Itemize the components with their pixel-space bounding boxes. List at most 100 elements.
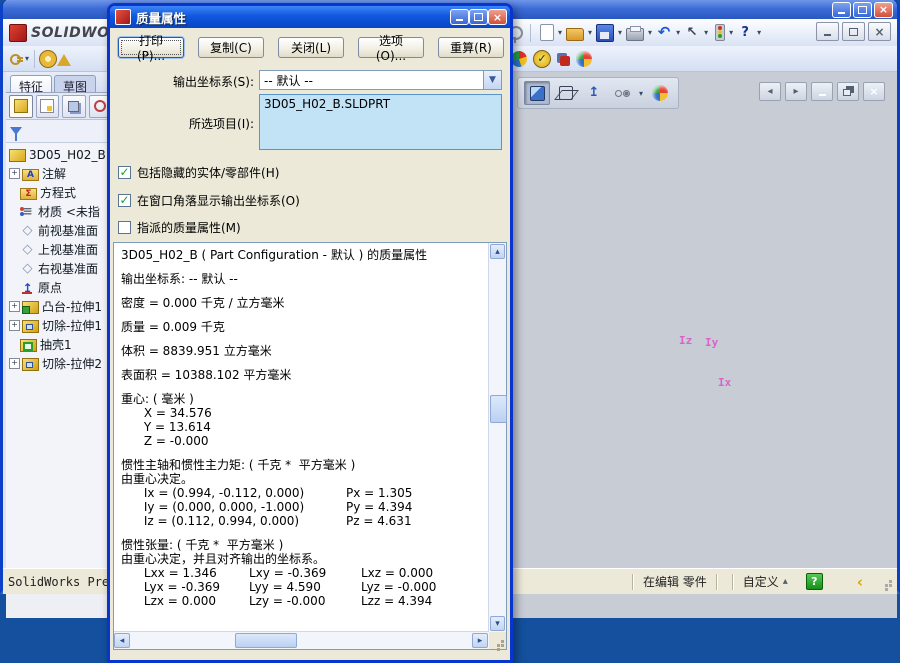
glasses-button[interactable] bbox=[610, 82, 634, 104]
undo-icon[interactable] bbox=[656, 25, 672, 41]
app-close-button[interactable]: × bbox=[874, 2, 893, 18]
checkbox-row-2[interactable]: 指派的质量属性(M) bbox=[118, 219, 241, 236]
chevron-down-icon[interactable]: ▼ bbox=[483, 71, 501, 89]
doc-close-button[interactable]: × bbox=[868, 22, 891, 41]
selected-items-listbox[interactable]: 3D05_H02_B.SLDPRT bbox=[259, 94, 502, 150]
tree-item-4[interactable]: 前视基准面 bbox=[6, 221, 112, 240]
vp-restore-button[interactable] bbox=[837, 82, 859, 101]
checkbox-row-0[interactable]: ✓包括隐藏的实体/零部件(H) bbox=[118, 164, 279, 181]
help-icon[interactable] bbox=[737, 25, 753, 41]
print-button[interactable]: 打印(P)... bbox=[118, 37, 184, 58]
scroll-right-icon[interactable]: ▸ bbox=[472, 633, 488, 648]
open-icon[interactable] bbox=[566, 28, 584, 41]
doc-minimize-button[interactable] bbox=[816, 22, 839, 41]
scroll-down-icon[interactable]: ▾ bbox=[490, 616, 505, 631]
red-squares-icon[interactable] bbox=[560, 56, 570, 66]
shaded-cube-icon[interactable] bbox=[530, 86, 545, 101]
tree-item-5[interactable]: 上视基准面 bbox=[6, 240, 112, 259]
save-icon[interactable] bbox=[596, 24, 614, 42]
manager-tab-property-manager[interactable] bbox=[36, 95, 60, 118]
expander-icon[interactable]: + bbox=[9, 301, 20, 312]
output-coord-combobox[interactable]: -- 默认 -- ▼ bbox=[259, 70, 502, 90]
status-custom-menu[interactable]: 自定义 bbox=[743, 573, 779, 590]
tree-item-3[interactable]: 材质 <未指 bbox=[6, 202, 112, 221]
dialog-minimize-button[interactable] bbox=[450, 9, 469, 25]
dropdown-caret-icon[interactable]: ▾ bbox=[558, 28, 562, 37]
dropdown-caret-icon[interactable]: ▾ bbox=[25, 54, 29, 63]
tree-item-1[interactable]: +注解 bbox=[6, 164, 112, 183]
normal-to-icon[interactable] bbox=[586, 85, 602, 101]
balance-scale-icon[interactable] bbox=[57, 54, 71, 66]
doc-restore-button[interactable] bbox=[842, 22, 865, 41]
recalculate-button[interactable]: 重算(R) bbox=[438, 37, 504, 58]
vp-close-button[interactable]: × bbox=[863, 82, 885, 101]
results-vertical-scrollbar[interactable]: ▴ ▾ bbox=[488, 243, 506, 632]
keys-icon[interactable] bbox=[8, 51, 24, 67]
tree-item-0[interactable]: 3D05_H02_B bbox=[6, 145, 112, 164]
options-button[interactable]: 选项(O)... bbox=[358, 37, 424, 58]
vp-minimize-button[interactable] bbox=[811, 82, 833, 101]
scrollbar-thumb[interactable] bbox=[235, 633, 297, 648]
shaded-cube-button[interactable] bbox=[524, 81, 550, 105]
dialog-close-button[interactable]: × bbox=[488, 9, 507, 25]
tree-item-11[interactable]: +切除-拉伸2 bbox=[6, 354, 112, 373]
normal-to-button[interactable] bbox=[582, 82, 606, 104]
tab-features[interactable]: 特征 bbox=[10, 75, 52, 92]
expander-icon[interactable]: + bbox=[9, 358, 20, 369]
spiky-icon[interactable] bbox=[511, 51, 527, 67]
print-icon[interactable] bbox=[626, 28, 644, 41]
scrollbar-thumb[interactable] bbox=[490, 395, 507, 423]
dropdown-caret-icon[interactable]: ▾ bbox=[648, 28, 652, 37]
resize-grip[interactable] bbox=[881, 576, 893, 588]
tab-sketch[interactable]: 草图 bbox=[54, 75, 96, 92]
copy-button[interactable]: 复制(C) bbox=[198, 37, 264, 58]
dropdown-caret-icon[interactable]: ▾ bbox=[757, 28, 761, 37]
tree-item-10[interactable]: 抽壳1 bbox=[6, 335, 112, 354]
new-document-icon[interactable] bbox=[540, 24, 554, 41]
reload-traffic-icon[interactable] bbox=[715, 24, 725, 41]
glasses-icon[interactable] bbox=[614, 85, 630, 101]
wireframe-cube-button[interactable] bbox=[554, 82, 578, 104]
scroll-up-icon[interactable]: ▴ bbox=[490, 244, 505, 259]
tree-item-7[interactable]: 原点 bbox=[6, 278, 112, 297]
tile-left-button[interactable]: ◂ bbox=[759, 82, 781, 101]
close-button[interactable]: 关闭(L) bbox=[278, 37, 344, 58]
globe-icon[interactable] bbox=[576, 51, 592, 67]
checkbox-unchecked[interactable] bbox=[118, 221, 131, 234]
tile-right-button[interactable]: ▸ bbox=[785, 82, 807, 101]
dropdown-caret-icon[interactable]: ▾ bbox=[704, 28, 708, 37]
manager-tab-configuration-manager[interactable] bbox=[62, 95, 86, 118]
accept-check-icon[interactable] bbox=[533, 50, 551, 68]
render-sphere-icon[interactable] bbox=[652, 85, 668, 101]
custom-menu-caret-icon[interactable]: ▴ bbox=[783, 577, 788, 587]
checkbox-row-1[interactable]: ✓在窗口角落显示输出坐标系(O) bbox=[118, 192, 300, 209]
select-pointer-icon[interactable] bbox=[684, 25, 700, 41]
tree-item-6[interactable]: 右视基准面 bbox=[6, 259, 112, 278]
tree-item-2[interactable]: 方程式 bbox=[6, 183, 112, 202]
dialog-titlebar[interactable]: 质量属性 × bbox=[110, 6, 510, 28]
dropdown-caret-icon[interactable]: ▾ bbox=[639, 89, 643, 98]
wireframe-cube-icon[interactable] bbox=[559, 86, 573, 100]
dropdown-caret-icon[interactable]: ▾ bbox=[729, 28, 733, 37]
results-horizontal-scrollbar[interactable]: ◂ ▸ bbox=[114, 631, 489, 649]
status-help-icon[interactable]: ? bbox=[806, 573, 823, 590]
measure-tape-icon[interactable] bbox=[39, 50, 57, 68]
collapse-chevron-icon[interactable]: ‹ bbox=[857, 573, 863, 591]
dropdown-caret-icon[interactable]: ▾ bbox=[618, 28, 622, 37]
dialog-maximize-button[interactable] bbox=[469, 9, 488, 25]
checkbox-checked[interactable]: ✓ bbox=[118, 194, 131, 207]
checkbox-checked[interactable]: ✓ bbox=[118, 166, 131, 179]
tree-item-8[interactable]: +凸台-拉伸1 bbox=[6, 297, 112, 316]
app-minimize-button[interactable] bbox=[832, 2, 851, 18]
scrollbar-corner-grip[interactable] bbox=[489, 632, 506, 649]
dropdown-caret-icon[interactable]: ▾ bbox=[588, 28, 592, 37]
render-sphere-button[interactable] bbox=[648, 82, 672, 104]
scroll-left-icon[interactable]: ◂ bbox=[114, 633, 130, 648]
manager-tab-featuremanager[interactable] bbox=[9, 95, 33, 118]
tree-item-9[interactable]: +切除-拉伸1 bbox=[6, 316, 112, 335]
expander-icon[interactable]: + bbox=[9, 320, 20, 331]
app-maximize-button[interactable] bbox=[853, 2, 872, 18]
dropdown-caret-icon[interactable]: ▾ bbox=[676, 28, 680, 37]
expander-icon[interactable]: + bbox=[9, 168, 20, 179]
filter-funnel-icon[interactable] bbox=[10, 127, 22, 135]
